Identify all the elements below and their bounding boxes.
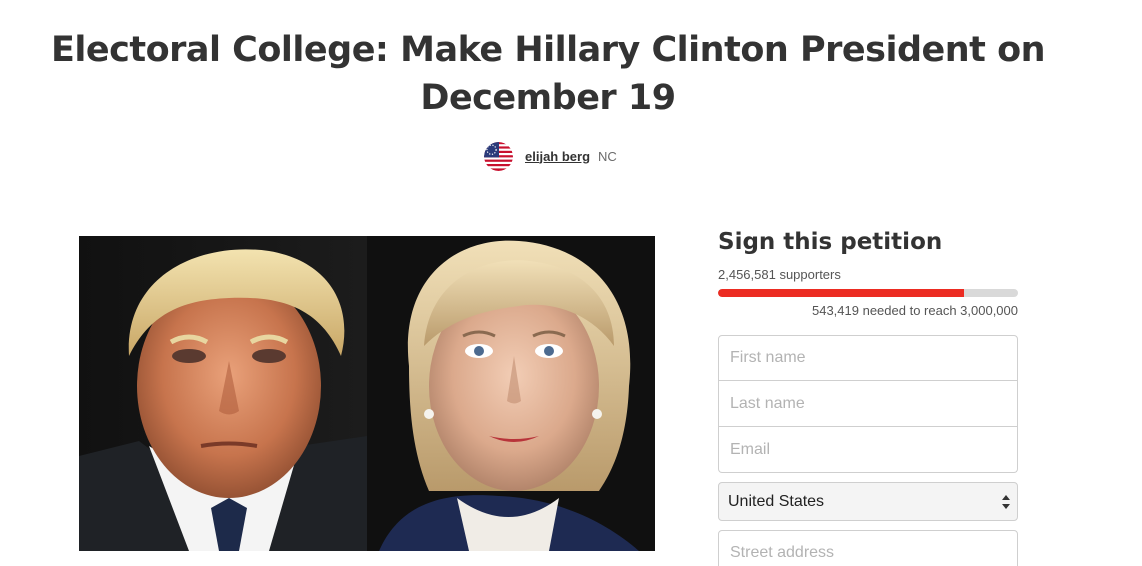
progress-bar <box>718 289 1018 297</box>
page-title: Electoral College: Make Hillary Clinton … <box>50 30 1046 118</box>
country-select[interactable]: United States <box>718 482 1018 521</box>
street-address-field[interactable] <box>718 530 1018 566</box>
supporters-count: 2,456,581 supporters <box>718 267 841 282</box>
author-row: elijah berg NC <box>484 141 617 171</box>
first-name-field[interactable] <box>718 335 1018 381</box>
last-name-field[interactable] <box>718 381 1018 427</box>
progress-bar-fill <box>718 289 964 297</box>
signature-form: United States <box>718 335 1018 566</box>
sign-petition-panel: Sign this petition 2,456,581 supporters … <box>718 226 1018 566</box>
country-select-value: United States <box>728 492 825 510</box>
author-location: NC <box>598 148 617 164</box>
author-name-link[interactable]: elijah berg <box>525 149 590 164</box>
us-flag-avatar-icon[interactable] <box>484 141 513 171</box>
sign-heading: Sign this petition <box>718 229 943 255</box>
petition-photo-two-portraits <box>79 236 655 551</box>
select-updown-arrows-icon <box>1001 493 1011 511</box>
petition-page: Electoral College: Make Hillary Clinton … <box>0 0 1142 566</box>
goal-remaining-text: 543,419 needed to reach 3,000,000 <box>811 303 1018 318</box>
email-field[interactable] <box>718 427 1018 473</box>
